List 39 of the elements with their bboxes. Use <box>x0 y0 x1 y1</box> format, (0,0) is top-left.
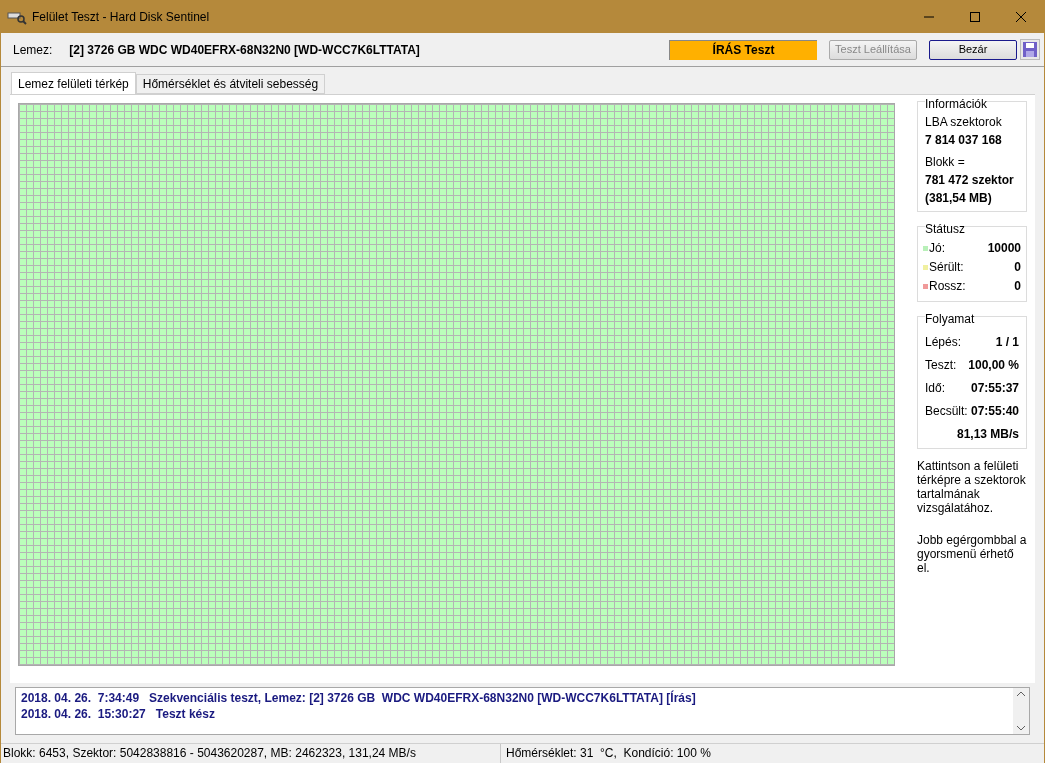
info-label: LBA szektorok <box>925 114 1003 131</box>
scroll-down-icon[interactable] <box>1017 726 1025 731</box>
progress-value: 1 / 1 <box>995 334 1019 351</box>
progress-label: Becsült: <box>925 403 968 420</box>
status-value: 0 <box>1014 278 1021 295</box>
disk-label: Lemez: <box>13 41 53 59</box>
scroll-up-icon[interactable] <box>1017 691 1025 696</box>
maximize-icon[interactable] <box>970 11 980 22</box>
progress-label: Idő: <box>925 380 945 397</box>
status-label: Sérült: <box>929 259 964 276</box>
scrollbar[interactable] <box>1013 688 1029 734</box>
tab[interactable]: Lemez felületi térkép <box>11 72 136 94</box>
hint-text: Jobb egérgombbal a gyorsmenü érhető el. <box>917 533 1027 575</box>
speed-value: 81,13 MB/s <box>956 426 1019 443</box>
hint-text: Kattintson a felületi térképre a szektorok tartalmának vizsgálatához. <box>917 459 1027 515</box>
status-value: 10000 <box>987 240 1021 257</box>
close-dialog-button[interactable]: Bezár <box>929 39 1017 60</box>
disk-name: [2] 3726 GB WDC WD40EFRX-68N32N0 [WD-WCC7K6LTTATA] <box>69 41 420 59</box>
status-label: Jó: <box>929 240 945 257</box>
progress-label: Lépés: <box>925 334 962 351</box>
progress-value: 07:55:37 <box>970 380 1019 397</box>
info-value: 7 814 037 168 <box>925 132 1003 149</box>
floppy-disk-icon[interactable] <box>1020 39 1040 60</box>
log-entry: 2018. 04. 26. 7:34:49 Szekvenciális teszt, Lemez: [2] 3726 GB WDC WD40EFRX-68N32N0 [WD-WCC7K6LTTATA] [Írás] <box>21 690 697 706</box>
info-value: (381,54 MB) <box>925 190 993 207</box>
log-entry: 2018. 04. 26. 15:30:27 Teszt kész <box>21 706 216 722</box>
info-label: Blokk = <box>925 154 966 171</box>
mode-indicator: ÍRÁS Teszt <box>669 39 817 60</box>
progress-value: 07:55:40 <box>970 403 1019 420</box>
status-bar-text: Blokk: 6453, Szektor: 5042838816 - 5043620287, MB: 2462323, 131,24 MB/s <box>1 744 501 763</box>
close-icon[interactable] <box>1016 11 1026 22</box>
progress-value: 100,00 % <box>968 357 1019 374</box>
status-bar-text: Hőmérséklet: 31 °C, Kondíció: 100 % <box>505 745 711 762</box>
tab[interactable]: Hőmérséklet és átviteli sebesség <box>135 74 326 94</box>
info-value: 781 472 szektor <box>925 172 1015 189</box>
status-value: 0 <box>1014 259 1021 276</box>
window-title: Felület Teszt - Hard Disk Sentinel <box>32 8 210 26</box>
progress-label: Teszt: <box>925 357 957 374</box>
status-label: Rossz: <box>929 278 966 295</box>
